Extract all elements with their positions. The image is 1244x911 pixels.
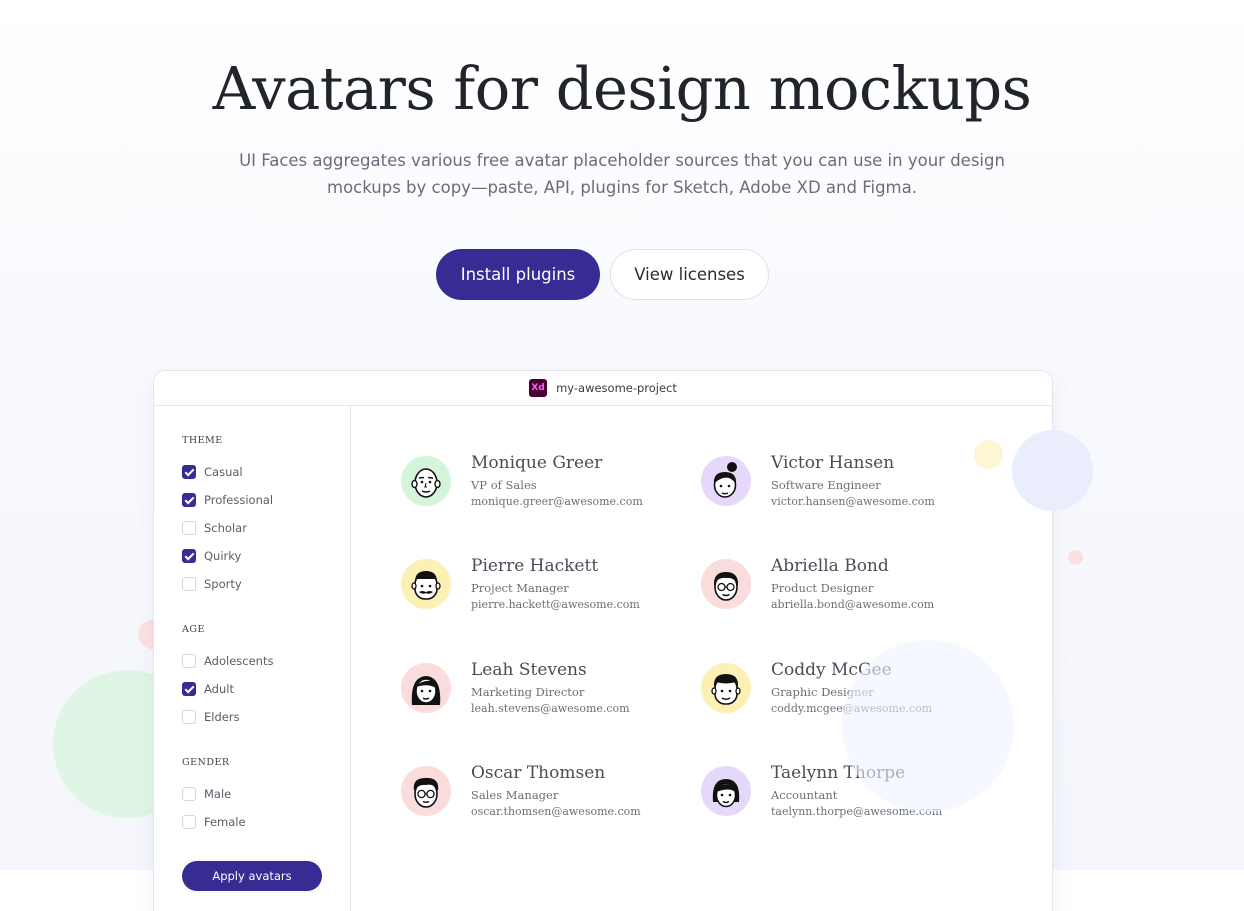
glasses-woman-icon xyxy=(701,559,751,609)
filter-quirky[interactable]: Quirky xyxy=(182,548,241,564)
person-card: Victor Hansen Software Engineer victor.h… xyxy=(701,453,981,518)
checkbox[interactable] xyxy=(182,682,196,696)
filter-label: Quirky xyxy=(204,549,242,563)
checkbox[interactable] xyxy=(182,815,196,829)
person-card: Oscar Thomsen Sales Manager oscar.thomse… xyxy=(401,763,681,828)
filter-label: Adolescents xyxy=(204,654,274,668)
checkbox[interactable] xyxy=(182,549,196,563)
person-role: Accountant xyxy=(771,788,838,802)
person-email: abriella.bond@awesome.com xyxy=(771,598,935,611)
filter-label: Professional xyxy=(204,493,274,507)
filter-label: Casual xyxy=(204,465,243,479)
checkbox[interactable] xyxy=(182,493,196,507)
person-email: leah.stevens@awesome.com xyxy=(471,702,630,715)
person-email: pierre.hackett@awesome.com xyxy=(471,598,640,611)
person-role: Marketing Director xyxy=(471,685,585,699)
person-role: VP of Sales xyxy=(471,478,537,492)
person-name: Pierre Hackett xyxy=(471,556,599,576)
checkbox[interactable] xyxy=(182,521,196,535)
checkbox[interactable] xyxy=(182,465,196,479)
bald-man-icon xyxy=(401,456,451,506)
person-email: victor.hansen@awesome.com xyxy=(771,495,935,508)
mustache-man-icon xyxy=(401,559,451,609)
age-section-title: AGE xyxy=(182,624,205,635)
filter-label: Scholar xyxy=(204,521,247,535)
person-card: Pierre Hackett Project Manager pierre.ha… xyxy=(401,556,681,621)
page-subtitle: UI Faces aggregates various free avatar … xyxy=(222,147,1022,201)
theme-section-title: THEME xyxy=(182,435,223,446)
filter-label: Elders xyxy=(204,710,240,724)
filter-label: Male xyxy=(204,787,232,801)
bob-hair-woman-icon xyxy=(701,766,751,816)
person-name: Monique Greer xyxy=(471,453,603,473)
checkbox[interactable] xyxy=(182,577,196,591)
subtitle-line-2: mockups by copy—paste, API, plugins for … xyxy=(327,178,917,197)
checkbox[interactable] xyxy=(182,787,196,801)
gender-section-title: GENDER xyxy=(182,757,230,768)
project-name: my-awesome-project xyxy=(556,381,677,395)
filter-casual[interactable]: Casual xyxy=(182,464,243,480)
filter-male[interactable]: Male xyxy=(182,786,231,802)
person-card: Monique Greer VP of Sales monique.greer@… xyxy=(401,453,681,518)
filter-adult[interactable]: Adult xyxy=(182,681,234,697)
filter-elders[interactable]: Elders xyxy=(182,709,240,725)
filter-label: Adult xyxy=(204,682,234,696)
person-email: oscar.thomsen@awesome.com xyxy=(471,805,641,818)
decor-circle-pink-small xyxy=(1068,550,1083,565)
bun-hair-woman-icon xyxy=(701,456,751,506)
page-title: Avatars for design mockups xyxy=(212,54,1032,123)
person-name: Leah Stevens xyxy=(471,660,587,680)
person-name: Victor Hansen xyxy=(771,453,895,473)
view-licenses-button[interactable]: View licenses xyxy=(610,249,769,300)
adobe-xd-icon: Xd xyxy=(529,379,548,397)
short-hair-man-icon xyxy=(701,663,751,713)
checkbox[interactable] xyxy=(182,654,196,668)
decor-circle-lavender xyxy=(1012,430,1093,511)
filter-sidebar: THEME Casual Professional Scholar Quirky… xyxy=(154,406,351,911)
person-email: monique.greer@awesome.com xyxy=(471,495,643,508)
glasses-man-icon xyxy=(401,766,451,816)
apply-avatars-button[interactable]: Apply avatars xyxy=(182,861,322,891)
filter-sporty[interactable]: Sporty xyxy=(182,576,242,592)
window-titlebar: Xd my-awesome-project xyxy=(154,371,1052,406)
person-role: Sales Manager xyxy=(471,788,559,802)
checkbox[interactable] xyxy=(182,710,196,724)
long-hair-woman-icon xyxy=(401,663,451,713)
person-role: Software Engineer xyxy=(771,478,881,492)
filter-professional[interactable]: Professional xyxy=(182,492,273,508)
filter-label: Sporty xyxy=(204,577,242,591)
person-name: Oscar Thomsen xyxy=(471,763,606,783)
decor-circle-blue-large xyxy=(842,640,1014,812)
decor-circle-yellow-small xyxy=(974,440,1003,469)
person-role: Project Manager xyxy=(471,581,569,595)
person-card: Abriella Bond Product Designer abriella.… xyxy=(701,556,981,621)
person-role: Product Designer xyxy=(771,581,874,595)
person-card: Leah Stevens Marketing Director leah.ste… xyxy=(401,660,681,725)
filter-adolescents[interactable]: Adolescents xyxy=(182,653,273,669)
filter-scholar[interactable]: Scholar xyxy=(182,520,247,536)
install-plugins-button[interactable]: Install plugins xyxy=(436,249,600,300)
filter-female[interactable]: Female xyxy=(182,814,246,830)
filter-label: Female xyxy=(204,815,246,829)
subtitle-line-1: UI Faces aggregates various free avatar … xyxy=(239,151,1005,170)
person-name: Abriella Bond xyxy=(771,556,889,576)
